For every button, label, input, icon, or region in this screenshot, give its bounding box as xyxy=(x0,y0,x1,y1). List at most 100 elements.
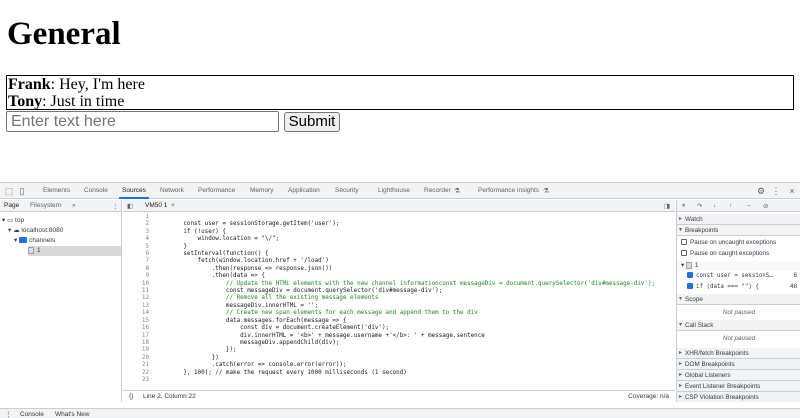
pause-uncaught-option[interactable]: Pause on uncaught exceptions xyxy=(677,238,800,248)
tab-lighthouse[interactable]: Lighthouse xyxy=(378,187,410,194)
breakpoint-item[interactable]: if (data === "") {48 xyxy=(677,282,800,292)
tab-performance[interactable]: Performance xyxy=(198,187,235,194)
active-tab-indicator xyxy=(119,197,149,199)
tab-performance-insights[interactable]: Performance insights xyxy=(478,187,539,194)
line-number[interactable]: 10 xyxy=(123,281,149,288)
tree-item-top[interactable]: ▾ ▭ top xyxy=(2,216,24,226)
drawer-menu-icon[interactable]: ⋮ xyxy=(5,409,12,418)
checkbox[interactable] xyxy=(681,250,687,257)
line-number[interactable]: 17 xyxy=(123,333,149,340)
code-line: fetch(window.location.href + '/load') xyxy=(155,258,329,265)
more-options-icon[interactable]: ⋮ xyxy=(771,186,781,196)
section-scope[interactable]: Scope xyxy=(677,294,800,305)
submit-button[interactable]: Submit xyxy=(284,112,340,132)
code-line: div.innerHTML = '<b>' + message.username… xyxy=(155,332,485,339)
tree-item-host[interactable]: ▾ ☁ localhost:8080 xyxy=(8,226,63,236)
tab-console[interactable]: Console xyxy=(84,187,108,194)
inspect-element-icon[interactable]: ⬚ xyxy=(4,186,14,196)
section-csp-breakpoints[interactable]: CSP Violation Breakpoints xyxy=(677,392,800,402)
devtools-panel: ⬚ ▯ Elements Console Sources Network Per… xyxy=(0,182,800,418)
code-line: } xyxy=(155,243,187,250)
section-event-listener-breakpoints[interactable]: Event Listener Breakpoints xyxy=(677,381,800,392)
tree-item-folder[interactable]: ▾ channels xyxy=(14,236,55,246)
toggle-navigator-icon[interactable]: ◧ xyxy=(127,202,133,210)
line-number[interactable]: 1 xyxy=(123,214,149,221)
breakpoint-item[interactable]: const user = sessionS… 6 xyxy=(677,271,800,281)
line-number[interactable]: 19 xyxy=(123,347,149,354)
line-number[interactable]: 11 xyxy=(123,288,149,295)
section-dom-breakpoints[interactable]: DOM Breakpoints xyxy=(677,359,800,370)
nav-tab-filesystem[interactable]: Filesystem xyxy=(30,202,61,209)
nav-tab-page[interactable]: Page xyxy=(4,202,19,209)
line-number[interactable]: 2 xyxy=(123,221,149,228)
frame-icon: ▭ xyxy=(7,217,16,224)
tab-memory[interactable]: Memory xyxy=(250,187,273,194)
code-line: }) xyxy=(155,354,219,361)
line-number[interactable]: 3 xyxy=(123,229,149,236)
device-toolbar-icon[interactable]: ▯ xyxy=(17,186,27,196)
tab-recorder[interactable]: Recorder xyxy=(424,187,451,194)
debugger-toolbar: ⏸ ↷ ↓ ↑ → ⊘ xyxy=(677,200,800,212)
line-number[interactable]: 8 xyxy=(123,266,149,273)
line-number[interactable]: 23 xyxy=(123,377,149,384)
line-number[interactable]: 13 xyxy=(123,303,149,310)
line-number[interactable]: 12 xyxy=(123,295,149,302)
message-input[interactable] xyxy=(6,111,279,132)
editor-tab-file[interactable]: VM50 1 xyxy=(145,202,167,209)
folder-icon xyxy=(19,237,28,244)
tree-item-file[interactable]: 1 xyxy=(28,246,121,256)
more-options-icon[interactable]: ⋮ xyxy=(112,202,119,210)
drawer-tab-console[interactable]: Console xyxy=(20,409,44,418)
coverage-status: Coverage: n/a xyxy=(628,393,669,400)
source-editor: ◧ VM50 1 × ◨ 1 2 3 4 5 6 7 8 9 10 11 12 13 14 15 16 17 18… xyxy=(123,200,675,402)
settings-gear-icon[interactable]: ⚙ xyxy=(756,186,766,196)
line-number[interactable]: 9 xyxy=(123,273,149,280)
code-view[interactable]: 1 2 3 4 5 6 7 8 9 10 11 12 13 14 15 16 17 18 19 20 21 22 23 co… xyxy=(123,214,675,386)
line-number[interactable]: 16 xyxy=(123,325,149,332)
checkbox[interactable] xyxy=(687,272,693,279)
pause-icon[interactable]: ⏸ xyxy=(682,202,685,210)
code-line: .then(response => response.json()) xyxy=(155,265,333,272)
line-number[interactable]: 7 xyxy=(123,258,149,265)
line-number[interactable]: 18 xyxy=(123,340,149,347)
step-into-icon[interactable]: ↓ xyxy=(713,202,716,209)
code-text: const user = sessionStorage.getItem('use… xyxy=(155,214,655,384)
tab-application[interactable]: Application xyxy=(288,187,320,194)
pause-caught-option[interactable]: Pause on caught exceptions xyxy=(677,249,800,259)
step-out-icon[interactable]: ↑ xyxy=(729,202,732,209)
close-tab-icon[interactable]: × xyxy=(171,202,175,209)
section-global-listeners[interactable]: Global Listeners xyxy=(677,370,800,381)
checkbox[interactable] xyxy=(687,283,693,290)
step-over-icon[interactable]: ↷ xyxy=(697,202,702,210)
line-number[interactable]: 14 xyxy=(123,310,149,317)
tab-network[interactable]: Network xyxy=(160,187,184,194)
drawer-tab-whats-new[interactable]: What's New xyxy=(55,409,89,418)
line-number[interactable]: 20 xyxy=(123,355,149,362)
cursor-position: Line 2, Column 22 xyxy=(143,393,196,400)
pretty-print-button[interactable]: {} xyxy=(129,391,133,402)
line-number[interactable]: 6 xyxy=(123,251,149,258)
line-number[interactable]: 15 xyxy=(123,318,149,325)
section-breakpoints[interactable]: Breakpoints xyxy=(677,225,800,236)
nav-more-tabs[interactable]: » xyxy=(72,202,76,209)
code-line: .catch(error => console.error(error)); xyxy=(155,362,347,369)
tab-elements[interactable]: Elements xyxy=(43,187,70,194)
line-number[interactable]: 21 xyxy=(123,362,149,369)
code-line: // Update the HTML elements with the new… xyxy=(155,280,656,287)
section-call-stack[interactable]: Call Stack xyxy=(677,320,800,331)
line-number[interactable]: 5 xyxy=(123,244,149,251)
checkbox[interactable] xyxy=(681,239,687,246)
line-number[interactable]: 4 xyxy=(123,236,149,243)
deactivate-breakpoints-icon[interactable]: ⊘ xyxy=(763,202,768,210)
step-icon[interactable]: → xyxy=(745,202,752,209)
tab-sources[interactable]: Sources xyxy=(122,187,146,194)
code-line: messageDiv.appendChild(div); xyxy=(155,339,340,346)
toggle-debugger-icon[interactable]: ◨ xyxy=(664,202,670,210)
line-number[interactable]: 22 xyxy=(123,370,149,377)
close-devtools-icon[interactable]: × xyxy=(787,186,797,196)
tab-security[interactable]: Security xyxy=(335,187,358,194)
section-xhr-breakpoints[interactable]: XHR/fetch Breakpoints xyxy=(677,348,800,359)
breakpoint-file: ▾ 1 xyxy=(677,261,800,271)
section-watch[interactable]: Watch xyxy=(677,214,800,225)
